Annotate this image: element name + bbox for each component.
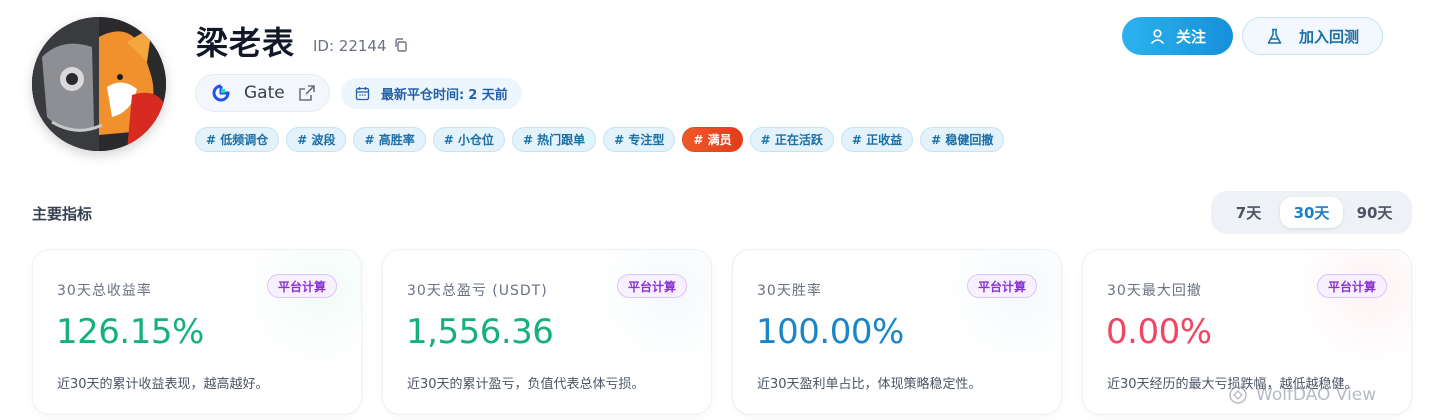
tag[interactable]: # 正收益 [840,127,914,152]
tab-30d[interactable]: 30天 [1280,197,1343,228]
tab-7d[interactable]: 7天 [1217,197,1280,228]
card-description: 近30天的累计盈亏，负值代表总体亏损。 [407,377,645,392]
card-description: 近30天的累计收益表现，越高越好。 [57,377,269,392]
add-to-backtest-button[interactable]: 加入回测 [1242,17,1383,55]
card-title: 30天总收益率 [57,283,152,299]
avatar-image [32,17,166,151]
trader-id: ID: 22144 [313,37,387,55]
last-close-label: 最新平仓时间: [381,88,465,103]
copy-icon[interactable] [393,37,409,53]
card-value: 1,556.36 [406,312,554,352]
platform-badge: 平台计算 [1316,274,1387,298]
metric-card-win-rate: 30天胜率 平台计算 100.00% 近30天盈利单占比，体现策略稳定性。 [732,249,1062,415]
tag[interactable]: # 小仓位 [432,127,505,152]
tag[interactable]: # 正在活跃 [749,127,834,152]
metric-card-total-return: 30天总收益率 平台计算 126.15% 近30天的累计收益表现，越高越好。 [32,249,362,415]
card-glow [941,250,1061,370]
platform-badge: 平台计算 [266,274,337,298]
tag-hot[interactable]: # 满员 [682,127,743,152]
card-glow [591,250,711,370]
backtest-label: 加入回测 [1298,27,1359,46]
tag[interactable]: # 专注型 [603,127,676,152]
watermark-icon [1228,385,1248,405]
card-glow [241,250,361,370]
platform-badge: 平台计算 [966,274,1037,298]
card-value: 0.00% [1106,312,1212,352]
tag[interactable]: # 热门跟单 [511,127,597,152]
card-title: 30天胜率 [757,283,822,299]
card-title: 30天总盈亏 (USDT) [407,283,548,299]
period-tabs: 7天 30天 90天 [1211,191,1412,234]
card-glow [1291,250,1411,370]
external-link-icon [297,83,317,103]
card-value: 126.15% [56,312,204,352]
tag[interactable]: # 低频调仓 [195,127,280,152]
tag[interactable]: # 稳健回撤 [920,127,1005,152]
metric-card-total-pnl: 30天总盈亏 (USDT) 平台计算 1,556.36 近30天的累计盈亏，负值… [382,249,712,415]
tag[interactable]: # 高胜率 [353,127,426,152]
card-description: 近30天盈利单占比，体现策略稳定性。 [757,377,982,392]
flask-icon [1267,28,1282,44]
follow-label: 关注 [1175,27,1206,46]
trader-name: 梁老表 [196,24,296,62]
tag-list: # 低频调仓 # 波段 # 高胜率 # 小仓位 # 热门跟单 # 专注型 # 满… [195,127,1005,152]
card-value: 100.00% [756,312,904,352]
exchange-name: Gate [244,83,285,103]
avatar[interactable] [32,17,166,151]
watermark-text: WolfDAO View [1256,385,1377,405]
last-close-value: 2 天前 [468,88,508,103]
gate-logo-icon [212,84,230,102]
exchange-link[interactable]: Gate [195,74,330,112]
calendar-icon [355,86,370,101]
watermark: WolfDAO View [1228,385,1376,405]
user-icon [1150,28,1165,44]
tag[interactable]: # 波段 [286,127,347,152]
tab-90d[interactable]: 90天 [1343,197,1406,228]
follow-button[interactable]: 关注 [1122,17,1233,55]
card-title: 30天最大回撤 [1107,283,1202,299]
last-close-time: 最新平仓时间: 2 天前 [341,78,522,109]
platform-badge: 平台计算 [616,274,687,298]
section-title: 主要指标 [32,205,93,223]
trader-profile-page: 梁老表 ID: 22144 Gate 最新平仓时间: 2 天前 # 低频调仓 #… [0,0,1443,420]
